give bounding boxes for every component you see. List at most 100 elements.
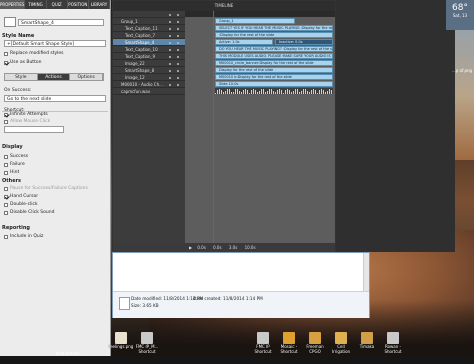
timeline-bar-active[interactable]: Active: 1.0s [215, 39, 273, 45]
timeline-tracks: Group_1 SELECT YES IF YOU HEAR THE MUSIC… [185, 11, 335, 243]
tab-position[interactable]: POSITION [68, 0, 89, 9]
object-name-field[interactable]: SmartShape_4 [18, 18, 104, 26]
hand-cursor-checkbox[interactable] [4, 194, 8, 199]
tab-library[interactable]: LIBRARY [89, 0, 111, 9]
desktop-icon[interactable]: FMC IP_M... Shortcut [134, 332, 160, 354]
visibility-dot-icon[interactable] [169, 34, 171, 37]
infinite-attempts-checkbox[interactable] [4, 112, 8, 117]
visibility-dot-icon[interactable] [169, 76, 171, 79]
double-click-checkbox[interactable] [4, 202, 8, 207]
layer-row[interactable]: Group_1 [113, 18, 185, 25]
display-failure-checkbox[interactable] [4, 162, 8, 167]
desktop-icon[interactable]: feelings.png [108, 332, 134, 350]
shortcut-field[interactable] [4, 126, 64, 133]
layer-name: Group_1 [121, 19, 138, 24]
desktop-icon[interactable]: FMC IP Shortcut [250, 332, 276, 354]
subtab-style[interactable]: Style [5, 74, 38, 80]
weather-gadget[interactable]: 68° Sat, 13 [446, 0, 474, 30]
layer-row[interactable]: Text_Caption_9 [113, 53, 185, 60]
background-app-window[interactable] [334, 0, 455, 252]
lock-dot-icon[interactable] [177, 83, 179, 86]
lock-dot-icon[interactable] [177, 41, 179, 44]
layer-row[interactable]: Image_12 [113, 74, 185, 81]
timeline-bar[interactable]: M00010_circle_banner:Display for the res… [215, 60, 333, 66]
desktop-file-label[interactable]: ...p of.png [452, 68, 472, 73]
tab-quiz[interactable]: QUIZ [47, 0, 68, 9]
waveform-sample [257, 92, 258, 94]
layer-row[interactable]: Text_Caption_10 [113, 46, 185, 53]
desktop-icon[interactable]: Mosaic - Shortcut [276, 332, 302, 354]
lock-icon[interactable] [177, 13, 179, 16]
lock-dot-icon[interactable] [177, 62, 179, 65]
weather-date: Sat, 13 [452, 13, 468, 18]
on-success-select[interactable]: Go to the next slide [4, 95, 106, 102]
waveform-sample [281, 90, 282, 94]
display-hint-checkbox[interactable] [4, 170, 8, 175]
eye-icon[interactable] [169, 13, 171, 16]
subtab-options[interactable]: Options [70, 74, 104, 80]
include-in-quiz-checkbox[interactable] [4, 234, 8, 239]
layer-row[interactable]: M00010 - Audio Ch... [113, 81, 185, 88]
allow-mouse-click-checkbox[interactable] [4, 119, 8, 124]
play-icon[interactable]: ▶ [189, 245, 192, 250]
audio-waveform[interactable] [215, 88, 333, 94]
layer-row[interactable]: capmcfun.wav [113, 88, 185, 95]
timeline-ruler[interactable] [185, 11, 335, 17]
desktop-icon[interactable]: Freeman CPGO [302, 332, 328, 354]
desktop-icon[interactable]: Timaka [354, 332, 380, 350]
timeline-bar-inactive[interactable]: Inactive: 0.0s [275, 39, 333, 45]
waveform-sample [261, 89, 262, 94]
visibility-dot-icon[interactable] [169, 62, 171, 65]
lock-dot-icon[interactable] [177, 69, 179, 72]
lock-dot-icon[interactable] [177, 48, 179, 51]
waveform-sample [299, 91, 300, 94]
visibility-dot-icon[interactable] [169, 69, 171, 72]
waveform-sample [329, 89, 330, 94]
subtab-actions[interactable]: Actions [37, 74, 71, 80]
waveform-sample [309, 92, 310, 94]
waveform-sample [279, 89, 280, 94]
style-name-label: Style Name [2, 33, 35, 39]
desktop-icon[interactable]: Cell Irrigation [328, 332, 354, 354]
replace-modified-checkbox[interactable] [4, 51, 8, 56]
timeline-bar[interactable]: :Display for the rest of the slide [215, 32, 333, 38]
scrollbar[interactable] [363, 253, 369, 291]
pause-captions-checkbox[interactable] [4, 186, 8, 191]
layer-row[interactable]: Image_22 [113, 60, 185, 67]
style-name-select[interactable]: +[Default Smart Shape Style] [4, 40, 106, 47]
layer-row-selected[interactable]: SmartShape_4 [113, 39, 185, 46]
layer-row[interactable]: Text_Caption_11 [113, 25, 185, 32]
visibility-dot-icon[interactable] [169, 27, 171, 30]
timeline-bar[interactable]: Display for the rest of the slide [215, 67, 333, 73]
visibility-dot-icon[interactable] [169, 41, 171, 44]
lock-dot-icon[interactable] [177, 34, 179, 37]
pause-captions-label: Pause for Success/Failure Captions [10, 186, 88, 191]
visibility-dot-icon[interactable] [169, 20, 171, 23]
timeline-bar[interactable]: M00010 b:Display for the rest of the sli… [215, 74, 333, 80]
timeline-bar[interactable]: THIS MODULE USES AUDIO. PLEASE MAKE SURE… [215, 53, 333, 59]
disable-click-sound-checkbox[interactable] [4, 210, 8, 215]
use-as-button-label: Use as Button [10, 60, 42, 65]
icon-label: Cell Irrigation [331, 344, 351, 354]
shortcut-icon [257, 332, 269, 344]
lock-dot-icon[interactable] [177, 27, 179, 30]
layer-row[interactable]: Text_Caption_7 [113, 32, 185, 39]
tab-properties[interactable]: PROPERTIES [0, 0, 26, 9]
lock-dot-icon[interactable] [177, 76, 179, 79]
timeline-bar[interactable]: Group_1 [215, 18, 295, 24]
visibility-dot-icon[interactable] [169, 55, 171, 58]
visibility-dot-icon[interactable] [169, 48, 171, 51]
use-as-button-checkbox[interactable] [4, 60, 8, 65]
timeline-bar[interactable]: Slide 10.0s [215, 81, 333, 87]
timeline-bar[interactable]: DO YOU HEAR THE MUSIC PLAYING? :Display … [215, 46, 333, 52]
tab-timing[interactable]: TIMING [25, 0, 47, 9]
desktop-icon[interactable]: Rowan - Shortcut [380, 332, 406, 354]
playhead[interactable] [213, 11, 214, 243]
lock-dot-icon[interactable] [177, 20, 179, 23]
layer-row[interactable]: SmartShape_8 [113, 67, 185, 74]
lock-dot-icon[interactable] [177, 55, 179, 58]
visibility-dot-icon[interactable] [169, 83, 171, 86]
waveform-sample [307, 91, 308, 94]
display-success-checkbox[interactable] [4, 154, 8, 159]
timeline-bar[interactable]: SELECT YES IF YOU HEAR THE MUSIC PLAYING… [215, 25, 333, 31]
